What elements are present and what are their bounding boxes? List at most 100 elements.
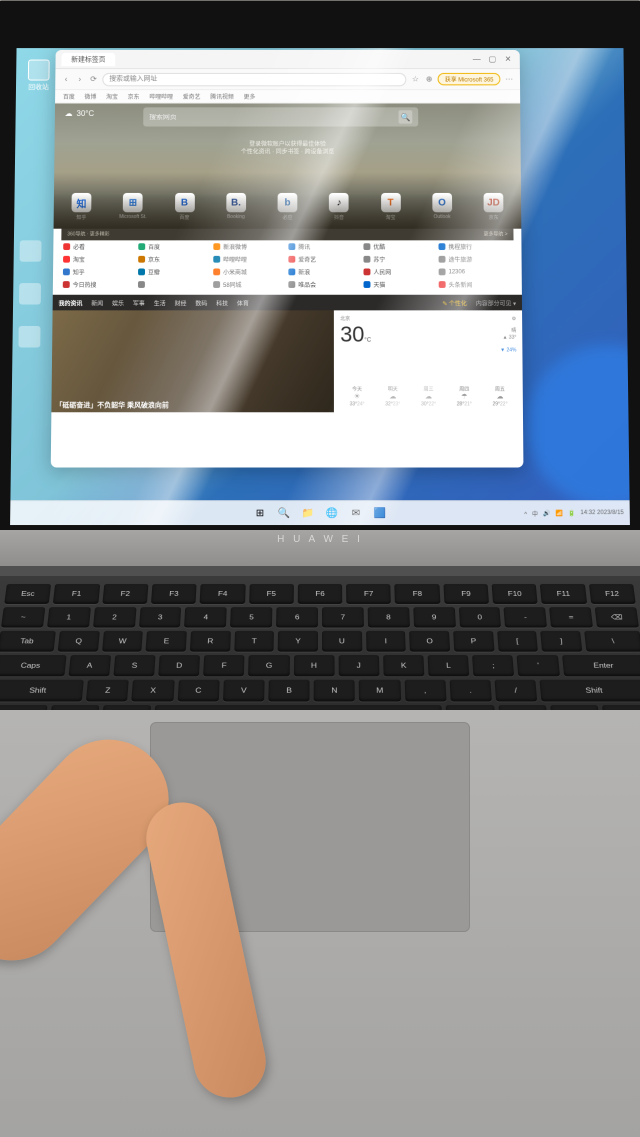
site-link[interactable]: 天猫 (364, 280, 437, 289)
site-link[interactable]: 豆瓣 (138, 268, 211, 277)
site-link[interactable]: 知乎 (63, 268, 136, 277)
site-link[interactable]: 哔哩哔哩 (213, 255, 286, 264)
keyboard-key[interactable]: F4 (200, 584, 245, 604)
extensions-icon[interactable]: ⊕ (424, 74, 434, 84)
keyboard-key[interactable]: Shift (0, 680, 84, 702)
bookmark-item[interactable]: 微博 (85, 92, 97, 101)
tray-item[interactable]: 🔋 (568, 510, 576, 517)
keyboard-key[interactable]: D (158, 655, 200, 676)
window-close-icon[interactable]: ✕ (502, 53, 514, 64)
bookmark-item[interactable]: 爱奇艺 (183, 92, 201, 101)
site-link[interactable]: 携程旅行 (438, 242, 511, 251)
news-tab[interactable]: 新闻 (91, 298, 103, 307)
keyboard-key[interactable]: U (322, 631, 362, 652)
bookmark-item[interactable]: 淘宝 (106, 92, 118, 101)
keyboard-key[interactable]: Z (86, 680, 129, 702)
news-tab[interactable]: 娱乐 (112, 298, 124, 307)
bookmark-item[interactable]: 京东 (128, 92, 140, 101)
quicklink-tile[interactable]: B.Booking (214, 193, 257, 221)
keyboard-key[interactable]: F9 (443, 584, 489, 604)
keyboard-key[interactable]: R (190, 631, 231, 652)
keyboard-key[interactable]: ] (540, 631, 582, 652)
keyboard-key[interactable]: , (404, 680, 446, 702)
trackpad[interactable] (150, 722, 470, 932)
keyboard-key[interactable]: 6 (276, 607, 318, 627)
menu-icon[interactable]: ⋯ (504, 74, 514, 84)
keyboard-key[interactable]: W (102, 631, 143, 652)
keyboard-key[interactable]: H (293, 655, 334, 676)
keyboard-key[interactable]: F12 (589, 584, 636, 604)
tray-item[interactable]: 14:32 2023/8/15 (580, 510, 623, 516)
site-link[interactable]: 必看 (63, 242, 136, 251)
news-tab[interactable]: 科技 (216, 298, 228, 307)
window-minimize-icon[interactable]: — (471, 53, 483, 64)
address-bar[interactable]: 搜索或输入网址 (102, 72, 406, 85)
personalize-button[interactable]: ✎ 个性化 (442, 298, 467, 307)
hero-search-input[interactable] (149, 114, 398, 121)
keyboard-key[interactable]: Y (278, 631, 318, 652)
news-headline-image[interactable]: 「砥砺奋进」不负韶华 乘风破浪向前 (51, 310, 334, 412)
news-tab[interactable]: 财经 (175, 298, 187, 307)
keyboard-key[interactable]: 8 (367, 607, 409, 627)
keyboard-key[interactable]: F (203, 655, 245, 676)
keyboard-key[interactable]: X (132, 680, 175, 702)
keyboard-key[interactable]: 5 (230, 607, 272, 627)
forward-icon[interactable]: › (75, 74, 85, 84)
keyboard-key[interactable]: 9 (413, 607, 456, 627)
start-button-icon[interactable]: ⊞ (252, 505, 268, 521)
news-tab[interactable]: 体育 (237, 298, 249, 307)
keyboard-key[interactable]: F3 (151, 584, 197, 604)
gear-icon[interactable]: ⚙ (512, 316, 516, 322)
taskbar-app-icon[interactable]: 🌐 (324, 505, 340, 521)
keyboard-key[interactable]: F5 (249, 584, 294, 604)
browser-tab[interactable]: 新建标签页 (61, 52, 115, 65)
keyboard-key[interactable]: F1 (53, 584, 100, 604)
keyboard-key[interactable]: - (504, 607, 547, 627)
keyboard-key[interactable]: ; (472, 655, 514, 676)
keyboard-key[interactable]: Q (58, 631, 100, 652)
keyboard-key[interactable]: 7 (322, 607, 364, 627)
keyboard-key[interactable]: F10 (492, 584, 538, 604)
bookmark-item[interactable]: 哔哩哔哩 (149, 92, 173, 101)
keyboard-key[interactable]: [ (497, 631, 538, 652)
site-link[interactable]: 途牛旅游 (439, 255, 512, 264)
keyboard-key[interactable]: Esc (4, 584, 51, 604)
quicklink-tile[interactable]: b必应 (266, 193, 309, 221)
bookmark-item[interactable]: 百度 (63, 92, 75, 101)
keyboard-key[interactable]: O (409, 631, 450, 652)
keyboard-key[interactable]: F2 (102, 584, 148, 604)
desktop-shortcuts[interactable] (18, 240, 53, 369)
quicklink-tile[interactable]: JD京东 (472, 193, 516, 221)
keyboard-key[interactable]: M (359, 680, 401, 702)
keyboard-key[interactable]: B (268, 680, 309, 702)
content-visibility-dropdown[interactable]: 内容部分可见 ▾ (476, 298, 516, 307)
site-link[interactable]: 爱奇艺 (288, 255, 361, 264)
site-link[interactable]: 58同城 (213, 280, 286, 289)
taskbar-app-icon[interactable]: ✉ (348, 505, 364, 521)
keyboard-key[interactable]: F11 (540, 584, 587, 604)
keyboard-key[interactable]: F6 (298, 584, 343, 604)
site-link[interactable]: 苏宁 (363, 255, 436, 264)
hero-search[interactable]: 🔍 (143, 107, 418, 126)
hero-bottom-right[interactable]: 更多导航 > (484, 231, 508, 239)
keyboard-key[interactable]: ~ (1, 607, 45, 627)
weather-card[interactable]: 北京 ⚙ 30°C 晴 ▲ 33° ▼ 24% 今天☀33°24°明天☁32°2… (334, 310, 523, 412)
keyboard-key[interactable]: 1 (47, 607, 91, 627)
site-link[interactable]: 百度 (138, 242, 211, 251)
quicklink-tile[interactable]: T淘宝 (369, 193, 412, 221)
taskbar-app-icon[interactable]: 📁 (300, 505, 316, 521)
bookmark-item[interactable]: 更多 (244, 92, 256, 101)
keyboard-key[interactable]: 2 (93, 607, 136, 627)
taskbar-app-icon[interactable]: 🟦 (372, 505, 388, 521)
keyboard-key[interactable]: P (453, 631, 494, 652)
keyboard-key[interactable]: Tab (0, 631, 56, 652)
keyboard-key[interactable]: Caps (0, 655, 66, 676)
keyboard-key[interactable]: G (248, 655, 289, 676)
back-icon[interactable]: ‹ (61, 74, 71, 84)
news-tab[interactable]: 生活 (154, 298, 166, 307)
keyboard-key[interactable]: 4 (184, 607, 227, 627)
tray-item[interactable]: ㅤ^ (519, 509, 527, 518)
news-tab[interactable]: 军事 (133, 298, 145, 307)
site-link[interactable]: 京东 (138, 255, 211, 264)
keyboard-key[interactable]: K (383, 655, 424, 676)
